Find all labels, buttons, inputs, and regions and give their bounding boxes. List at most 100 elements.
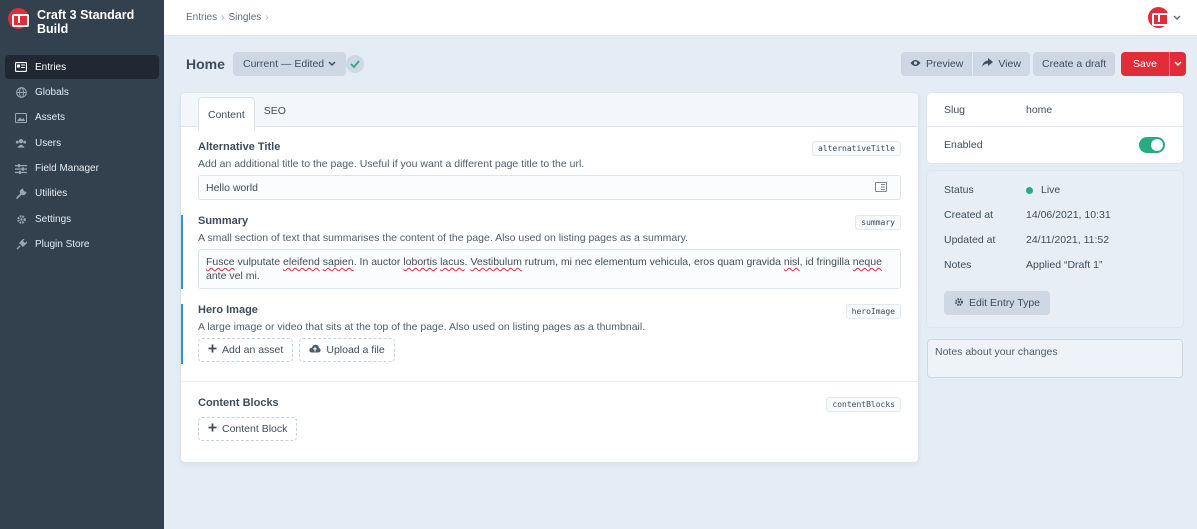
craft-logo-icon: [8, 8, 29, 29]
preview-group: Preview View: [901, 52, 1030, 76]
chevron-right-icon: ›: [221, 12, 225, 23]
plug-icon: [15, 239, 27, 251]
field-handle[interactable]: alternativeTitle: [811, 141, 901, 156]
plus-icon: [208, 344, 217, 356]
field-hero-image: Hero Image heroImage A large image or vi…: [181, 304, 901, 364]
status-row: Status Live: [927, 183, 1183, 197]
button-label: Upload a file: [326, 344, 385, 356]
field-label: Alternative Title: [198, 141, 281, 153]
user-menu[interactable]: [1148, 7, 1181, 28]
avatar: [1148, 7, 1169, 28]
chevron-right-icon: ›: [265, 12, 269, 23]
field-options-icon[interactable]: [875, 182, 887, 192]
add-asset-button[interactable]: Add an asset: [198, 338, 294, 362]
notes-label: Notes: [944, 259, 972, 271]
chevron-down-icon: [1174, 59, 1182, 69]
updated-label: Updated at: [944, 234, 996, 246]
sidebar-item-label: Assets: [35, 112, 66, 124]
field-instructions: A large image or video that sits at the …: [198, 321, 646, 333]
cloud-upload-icon: [309, 344, 321, 356]
updated-row: Updated at 24/11/2021, 11:52: [927, 233, 1183, 247]
slug-label: Slug: [944, 103, 966, 116]
text-run: nisl: [783, 256, 800, 268]
revision-menu-button[interactable]: Current — Edited: [233, 52, 347, 76]
field-label: Summary: [198, 215, 249, 227]
sidebar: Craft 3 Standard Build Entries Globals A…: [0, 0, 164, 529]
preview-button[interactable]: Preview: [901, 52, 974, 76]
brand[interactable]: Craft 3 Standard Build: [0, 0, 164, 44]
breadcrumb: Entries › Singles ›: [186, 12, 273, 23]
field-instructions: A small section of text that summarises …: [198, 232, 689, 244]
revision-notes-field[interactable]: Notes about your changes: [927, 339, 1183, 378]
top-bar: Entries › Singles ›: [164, 0, 1197, 36]
sidebar-item-globals[interactable]: Globals: [5, 80, 159, 104]
sliders-icon: [15, 163, 27, 175]
field-summary: Summary summary A small section of text …: [181, 215, 901, 289]
sidebar-item-plugin-store[interactable]: Plugin Store: [5, 233, 159, 257]
add-content-block-button[interactable]: Content Block: [198, 417, 298, 441]
save-menu-button[interactable]: [1168, 52, 1186, 76]
breadcrumb-entries[interactable]: Entries: [186, 12, 217, 23]
save-group: Save: [1121, 52, 1186, 76]
view-label: View: [998, 58, 1021, 70]
field-instructions: Add an additional title to the page. Use…: [198, 158, 585, 170]
textarea-line: ante vel mi.: [206, 270, 260, 282]
change-indicator: [181, 304, 183, 364]
alternative-title-input[interactable]: Hello world: [198, 175, 901, 200]
enabled-label: Enabled: [944, 139, 983, 151]
gear-icon: [954, 297, 964, 310]
tab-bar: Content SEO: [181, 93, 918, 131]
text-run: , id fringilla: [799, 256, 853, 268]
block-actions: Content Block: [198, 417, 901, 441]
edit-entry-type-button[interactable]: Edit Entry Type: [944, 291, 1051, 315]
asset-actions: Add an asset Upload a file: [198, 338, 901, 362]
enabled-row: Enabled: [927, 128, 1183, 162]
text-run: lacus: [440, 256, 465, 268]
enabled-toggle[interactable]: [1139, 137, 1165, 153]
section-divider: [181, 381, 918, 382]
text-run: eleifend: [283, 256, 320, 268]
chevron-down-icon: [328, 59, 336, 69]
slug-row: Slug home: [927, 93, 1183, 127]
gear-icon: [15, 213, 27, 225]
content-card: Content SEO Alternative Title alternativ…: [181, 93, 918, 462]
text-run: rutrum, mi nec elementum vehicula, eros …: [521, 256, 784, 268]
sidebar-item-label: Globals: [35, 86, 69, 98]
meta-card-settings: Slug home Enabled: [927, 93, 1183, 163]
users-icon: [15, 137, 27, 149]
field-handle[interactable]: summary: [855, 215, 901, 230]
slug-input[interactable]: home: [1026, 104, 1052, 116]
eye-icon: [910, 59, 921, 70]
preview-label: Preview: [926, 58, 964, 70]
text-run: Fusce: [206, 256, 235, 268]
share-icon: [982, 58, 994, 70]
sidebar-item-assets[interactable]: Assets: [5, 106, 159, 130]
summary-textarea[interactable]: Fusce vulputate eleifend sapien. In auct…: [198, 249, 901, 289]
sidebar-item-label: Utilities: [35, 188, 68, 200]
tab-content[interactable]: Content: [198, 97, 255, 131]
sidebar-item-utilities[interactable]: Utilities: [5, 182, 159, 206]
field-alternative-title: Alternative Title alternativeTitle Add a…: [198, 141, 901, 200]
breadcrumb-singles[interactable]: Singles: [228, 12, 261, 23]
change-indicator: [181, 215, 183, 289]
field-handle[interactable]: contentBlocks: [826, 397, 901, 412]
sidebar-item-field-manager[interactable]: Field Manager: [5, 157, 159, 181]
sidebar-item-label: Settings: [35, 213, 72, 225]
site-name: Craft 3 Standard Build: [37, 8, 135, 36]
sidebar-item-settings[interactable]: Settings: [5, 207, 159, 231]
view-button[interactable]: View: [973, 52, 1030, 76]
tab-seo[interactable]: SEO: [255, 94, 295, 128]
upload-file-button[interactable]: Upload a file: [299, 338, 395, 362]
sidebar-item-users[interactable]: Users: [5, 131, 159, 155]
main-nav: Entries Globals Assets Users Field Manag…: [0, 55, 164, 257]
field-handle[interactable]: heroImage: [845, 304, 901, 319]
create-draft-button[interactable]: Create a draft: [1033, 52, 1116, 76]
text-run: vulputate: [234, 256, 284, 268]
text-run: lobortis: [403, 256, 438, 268]
sidebar-item-label: Users: [35, 137, 62, 149]
save-button[interactable]: Save: [1121, 52, 1169, 76]
revision-label: Current — Edited: [243, 58, 325, 70]
sidebar-item-entries[interactable]: Entries: [5, 55, 159, 79]
text-run: . In auctor: [353, 256, 404, 268]
updated-value: 24/11/2021, 11:52: [1026, 234, 1110, 246]
